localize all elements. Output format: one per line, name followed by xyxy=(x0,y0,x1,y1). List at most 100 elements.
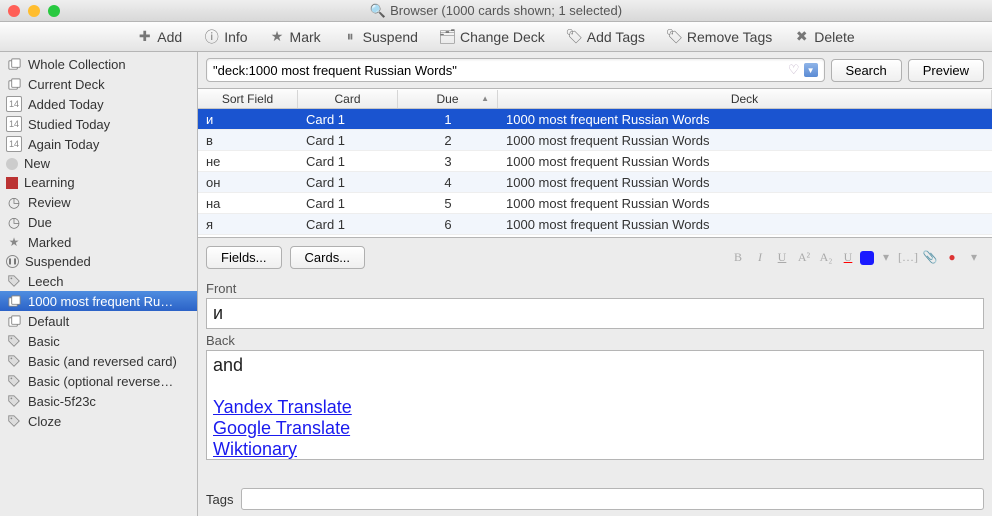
favorite-icon[interactable]: ♡ xyxy=(788,62,800,78)
plus-icon: ✚ xyxy=(137,29,152,44)
th-card[interactable]: Card xyxy=(298,90,398,108)
sidebar[interactable]: Whole Collection Current Deck 14Added Toda… xyxy=(0,52,198,516)
sidebar-item[interactable]: Cloze xyxy=(0,411,197,431)
record-icon[interactable]: ● xyxy=(942,248,962,268)
main-panel: ♡ ▼ Search Preview Sort Field Card Due D… xyxy=(198,52,992,516)
more-dropdown-icon[interactable]: ▾ xyxy=(964,248,984,268)
sidebar-item[interactable]: Basic xyxy=(0,331,197,351)
sidebar-item[interactable]: 14Again Today xyxy=(0,134,197,154)
table-row[interactable]: неCard 131000 most frequent Russian Word… xyxy=(198,151,992,172)
table-row[interactable]: онCard 141000 most frequent Russian Word… xyxy=(198,172,992,193)
search-box[interactable]: ♡ ▼ xyxy=(206,58,825,82)
sidebar-item[interactable]: Current Deck xyxy=(0,74,197,94)
color-swatch[interactable] xyxy=(860,251,874,265)
back-link[interactable]: Google Translate xyxy=(213,418,350,438)
remove-tags-button[interactable]: 🏷Remove Tags xyxy=(667,29,772,45)
color-dropdown-icon[interactable]: ▾ xyxy=(876,248,896,268)
info-button[interactable]: ⓘInfo xyxy=(204,29,247,45)
sidebar-item[interactable]: Basic (optional reverse… xyxy=(0,371,197,391)
attach-icon[interactable]: 📎 xyxy=(920,248,940,268)
preview-button[interactable]: Preview xyxy=(908,59,984,82)
search-input[interactable] xyxy=(213,63,788,78)
cell-deck: 1000 most frequent Russian Words xyxy=(498,133,992,148)
italic-icon[interactable]: I xyxy=(750,248,770,268)
close-window-button[interactable] xyxy=(8,5,20,17)
titlebar: 🔍Browser (1000 cards shown; 1 selected) xyxy=(0,0,992,22)
cell-due: 2 xyxy=(398,133,498,148)
sidebar-item[interactable]: Due xyxy=(0,212,197,232)
add-button[interactable]: ✚Add xyxy=(137,29,182,45)
cell-due: 5 xyxy=(398,196,498,211)
search-button[interactable]: Search xyxy=(831,59,902,82)
table-row[interactable]: иCard 111000 most frequent Russian Words xyxy=(198,109,992,130)
cards-button[interactable]: Cards... xyxy=(290,246,366,269)
cell-sort: он xyxy=(198,175,298,190)
sidebar-item[interactable]: 14Studied Today xyxy=(0,114,197,134)
traffic-lights xyxy=(8,5,60,17)
tag-icon xyxy=(6,373,22,389)
sidebar-item[interactable]: Learning xyxy=(0,173,197,192)
sidebar-item-label: Basic (optional reverse… xyxy=(28,374,173,389)
tags-input[interactable] xyxy=(241,488,984,510)
add-tags-button[interactable]: 🏷Add Tags xyxy=(567,29,645,45)
zoom-window-button[interactable] xyxy=(48,5,60,17)
sidebar-item[interactable]: Whole Collection xyxy=(0,54,197,74)
sidebar-item-label: Current Deck xyxy=(28,77,105,92)
delete-button[interactable]: ✖Delete xyxy=(794,29,854,45)
sidebar-item[interactable]: Leech xyxy=(0,271,197,291)
cell-deck: 1000 most frequent Russian Words xyxy=(498,175,992,190)
pause-icon: ⏸ xyxy=(343,29,358,44)
bold-icon[interactable]: B xyxy=(728,248,748,268)
underline-icon[interactable]: U xyxy=(772,248,792,268)
cloze-icon[interactable]: […] xyxy=(898,248,918,268)
sidebar-item-label: New xyxy=(24,156,50,171)
table-row[interactable]: наCard 151000 most frequent Russian Word… xyxy=(198,193,992,214)
cell-sort: в xyxy=(198,133,298,148)
back-link[interactable]: Yandex Translate xyxy=(213,397,352,417)
calendar-icon: 14 xyxy=(6,96,22,112)
change-deck-button[interactable]: 🗂Change Deck xyxy=(440,29,545,45)
tag-icon xyxy=(6,413,22,429)
editor-toolbar: Fields... Cards... B I U A² A₂ U ▾ […] 📎… xyxy=(198,238,992,277)
sidebar-item[interactable]: Default xyxy=(0,311,197,331)
superscript-icon[interactable]: A² xyxy=(794,248,814,268)
th-sort-field[interactable]: Sort Field xyxy=(198,90,298,108)
table-body[interactable]: иCard 111000 most frequent Russian Words… xyxy=(198,109,992,238)
minimize-window-button[interactable] xyxy=(28,5,40,17)
tag-icon xyxy=(6,393,22,409)
star-icon xyxy=(6,234,22,250)
sidebar-item[interactable]: 14Added Today xyxy=(0,94,197,114)
th-deck[interactable]: Deck xyxy=(498,90,992,108)
table-row[interactable]: вCard 121000 most frequent Russian Words xyxy=(198,130,992,151)
sidebar-item[interactable]: Review xyxy=(0,192,197,212)
table-header[interactable]: Sort Field Card Due Deck xyxy=(198,89,992,109)
clear-format-icon[interactable]: U xyxy=(838,248,858,268)
subscript-icon[interactable]: A₂ xyxy=(816,248,836,268)
table-row[interactable]: яCard 161000 most frequent Russian Words xyxy=(198,214,992,235)
sidebar-item[interactable]: Basic (and reversed card) xyxy=(0,351,197,371)
tag-icon xyxy=(6,273,22,289)
sidebar-item[interactable]: New xyxy=(0,154,197,173)
front-label: Front xyxy=(206,281,984,296)
deck-icon: 🗂 xyxy=(440,29,455,44)
th-due[interactable]: Due xyxy=(398,90,498,108)
fields-button[interactable]: Fields... xyxy=(206,246,282,269)
search-dropdown-icon[interactable]: ▼ xyxy=(804,63,818,77)
back-label: Back xyxy=(206,333,984,348)
sidebar-item[interactable]: Marked xyxy=(0,232,197,252)
sidebar-item-label: Basic xyxy=(28,334,60,349)
front-field[interactable]: и xyxy=(206,298,984,329)
search-icon: 🔍 xyxy=(370,3,386,18)
note-editor: Front и Back andYandex TranslateGoogle T… xyxy=(198,277,992,482)
sidebar-item[interactable]: 1000 most frequent Ru… xyxy=(0,291,197,311)
sidebar-item[interactable]: Basic-5f23c xyxy=(0,391,197,411)
cell-card: Card 1 xyxy=(298,133,398,148)
back-link[interactable]: Wiktionary xyxy=(213,439,297,459)
sidebar-item[interactable]: Suspended xyxy=(0,252,197,271)
suspend-button[interactable]: ⏸Suspend xyxy=(343,29,418,45)
mark-button[interactable]: ★Mark xyxy=(270,29,321,45)
cell-due: 4 xyxy=(398,175,498,190)
calendar-icon: 14 xyxy=(6,136,22,152)
window-title: 🔍Browser (1000 cards shown; 1 selected) xyxy=(0,3,992,19)
back-field[interactable]: andYandex TranslateGoogle TranslateWikti… xyxy=(206,350,984,460)
